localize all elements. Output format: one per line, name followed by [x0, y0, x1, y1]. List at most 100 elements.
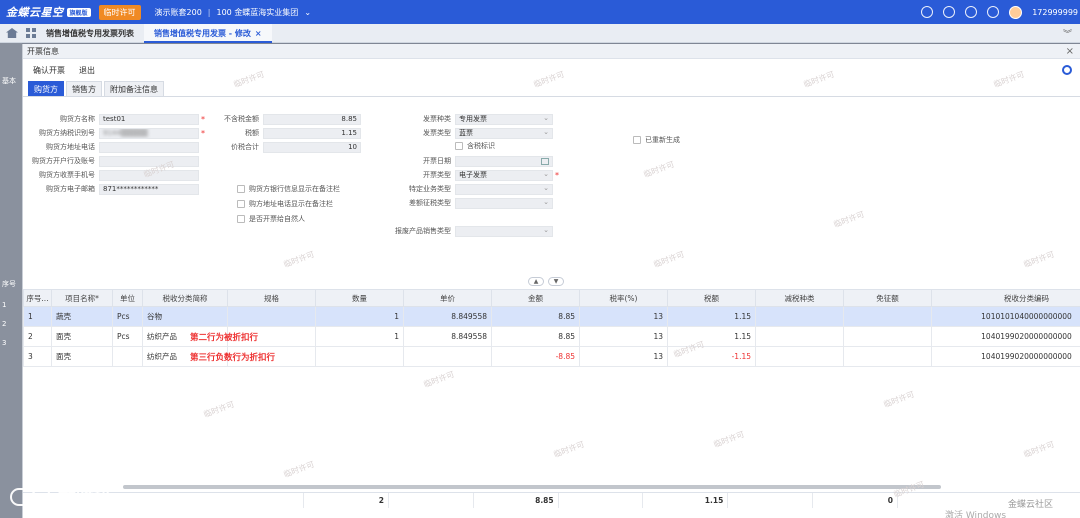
item-name-cell[interactable]: 蔬壳	[51, 306, 113, 327]
buyer-name-field[interactable]: test01	[99, 113, 199, 125]
gear-icon[interactable]	[1062, 65, 1072, 75]
bell-icon[interactable]	[943, 6, 956, 18]
tax-rate-cell[interactable]: 13	[579, 346, 668, 367]
exit-button[interactable]: 退出	[79, 65, 95, 76]
reduction-cell[interactable]	[755, 306, 844, 327]
column-header[interactable]: 规格	[227, 289, 316, 307]
chevron-up-icon[interactable]: ▲	[528, 277, 544, 286]
account-selector[interactable]: 演示账套200 | 100 金蝶蓝海实业集团 ⌄	[155, 7, 312, 18]
horizontal-scrollbar[interactable]	[23, 484, 1080, 490]
help-icon[interactable]	[965, 6, 978, 18]
column-header[interactable]: 序号...	[23, 289, 52, 307]
total-amount-field[interactable]: 10	[263, 141, 361, 153]
checkbox[interactable]	[455, 142, 463, 150]
calendar-icon[interactable]	[541, 157, 549, 165]
scrollbar-thumb[interactable]	[123, 485, 941, 489]
bank-note-check[interactable]: 购货方银行信息显示在备注栏	[237, 184, 340, 194]
unit-cell[interactable]	[112, 346, 143, 367]
table-row[interactable]: 1 蔬壳 Pcs 谷物 1 8.849558 8.85 13 1.15 1010…	[23, 306, 1080, 327]
column-header[interactable]: 税额	[667, 289, 756, 307]
unit-cell[interactable]: Pcs	[112, 306, 143, 327]
temp-license-badge[interactable]: 临时许可	[98, 4, 141, 20]
item-name-cell[interactable]: 面壳	[51, 326, 113, 347]
tax-code-cell[interactable]: 1040199020000000000	[931, 346, 1080, 367]
buyer-phone-field[interactable]	[99, 169, 199, 181]
column-header[interactable]: 单位	[112, 289, 143, 307]
invoice-kind-select[interactable]: 专用发票	[455, 113, 553, 125]
tax-amount-field[interactable]: 1.15	[263, 127, 361, 139]
tax-included-check[interactable]: 含税标识	[455, 141, 495, 151]
table-row[interactable]: 2 面壳 Pcs 纺织产品 第二行为被折扣行 1 8.849558 8.85 1…	[23, 326, 1080, 347]
tax-rate-cell[interactable]: 13	[579, 306, 668, 327]
spec-cell[interactable]: 第二行为被折扣行	[190, 326, 316, 347]
diff-tax-select[interactable]	[455, 197, 553, 209]
column-header[interactable]: 项目名称*	[51, 289, 113, 307]
confirm-invoice-button[interactable]: 确认开票	[33, 65, 65, 76]
tab-invoice-list[interactable]: 销售增值税专用发票列表	[36, 24, 144, 43]
brand-logo[interactable]: 金蝶云星空	[6, 4, 64, 20]
qty-cell[interactable]	[315, 346, 404, 367]
search-icon[interactable]	[921, 6, 934, 18]
tax-code-cell[interactable]: 1040199020000000000	[931, 326, 1080, 347]
reduction-cell[interactable]	[755, 346, 844, 367]
item-name-cell[interactable]: 面壳	[51, 346, 113, 367]
exempt-cell[interactable]	[843, 346, 932, 367]
spec-cell[interactable]	[227, 306, 316, 327]
tab-remarks[interactable]: 附加备注信息	[104, 81, 164, 96]
tax-cell[interactable]: 1.15	[667, 306, 756, 327]
regenerated-check[interactable]: 已重新生成	[633, 135, 680, 145]
buyer-taxid-field[interactable]: 9144▒▒▒▒▒	[99, 127, 199, 139]
table-row[interactable]: 3 面壳 纺织产品 第三行负数行为折扣行 -8.85 13 -1.15 1040…	[23, 346, 1080, 367]
apps-icon[interactable]	[26, 28, 36, 38]
spec-cell[interactable]: 第三行负数行为折扣行	[190, 346, 316, 367]
column-header[interactable]: 金额	[491, 289, 580, 307]
unit-cell[interactable]: Pcs	[112, 326, 143, 347]
checkbox[interactable]	[237, 215, 245, 223]
tab-invoice-edit[interactable]: 销售增值税专用发票 - 修改 ×	[144, 23, 272, 43]
column-header[interactable]: 减税种类	[755, 289, 844, 307]
price-cell[interactable]: 8.849558	[403, 306, 492, 327]
exempt-cell[interactable]	[843, 326, 932, 347]
buyer-bank-field[interactable]	[99, 155, 199, 167]
chevron-down-icon[interactable]: ▼	[548, 277, 564, 286]
tax-code-cell[interactable]: 1010101040000000000	[931, 306, 1080, 327]
checkbox[interactable]	[237, 185, 245, 193]
close-icon[interactable]: ×	[1066, 46, 1074, 57]
home-icon[interactable]	[6, 28, 18, 38]
tax-cell[interactable]: -1.15	[667, 346, 756, 367]
tab-buyer[interactable]: 购货方	[28, 81, 64, 96]
exempt-cell[interactable]	[843, 306, 932, 327]
checkbox[interactable]	[633, 136, 641, 144]
avatar[interactable]	[1009, 5, 1023, 19]
column-header[interactable]: 单价	[403, 289, 492, 307]
reduction-cell[interactable]	[755, 326, 844, 347]
untaxed-amount-field[interactable]: 8.85	[263, 113, 361, 125]
column-header[interactable]: 免征额	[843, 289, 932, 307]
price-cell[interactable]: 8.849558	[403, 326, 492, 347]
column-header[interactable]: 税收分类简称	[142, 289, 228, 307]
buyer-address-field[interactable]	[99, 141, 199, 153]
tab-seller[interactable]: 销售方	[66, 81, 102, 96]
special-business-select[interactable]	[455, 183, 553, 195]
invoice-date-field[interactable]	[455, 155, 553, 167]
natural-person-check[interactable]: 是否开票给自然人	[237, 214, 305, 224]
addr-note-check[interactable]: 购方地址电话显示在备注栏	[237, 199, 333, 209]
chevron-double-down-icon[interactable]: ︾	[1063, 27, 1072, 40]
buyer-email-field[interactable]: 871************	[99, 183, 199, 195]
close-icon[interactable]: ×	[255, 29, 262, 38]
amount-cell[interactable]: 8.85	[491, 306, 580, 327]
tax-rate-cell[interactable]: 13	[579, 326, 668, 347]
column-header[interactable]: 税率(%)	[579, 289, 668, 307]
info-icon[interactable]	[987, 6, 1000, 18]
checkbox[interactable]	[237, 200, 245, 208]
amount-cell[interactable]: 8.85	[491, 326, 580, 347]
qty-cell[interactable]: 1	[315, 306, 404, 327]
scrap-sale-select[interactable]	[455, 225, 553, 237]
user-id[interactable]: 172999999	[1032, 8, 1078, 17]
qty-cell[interactable]: 1	[315, 326, 404, 347]
column-header[interactable]: 数量	[315, 289, 404, 307]
invoice-type-select[interactable]: 蓝票	[455, 127, 553, 139]
issue-type-select[interactable]: 电子发票	[455, 169, 553, 181]
amount-cell[interactable]: -8.85	[491, 346, 580, 367]
column-header[interactable]: 税收分类编码	[931, 289, 1080, 307]
